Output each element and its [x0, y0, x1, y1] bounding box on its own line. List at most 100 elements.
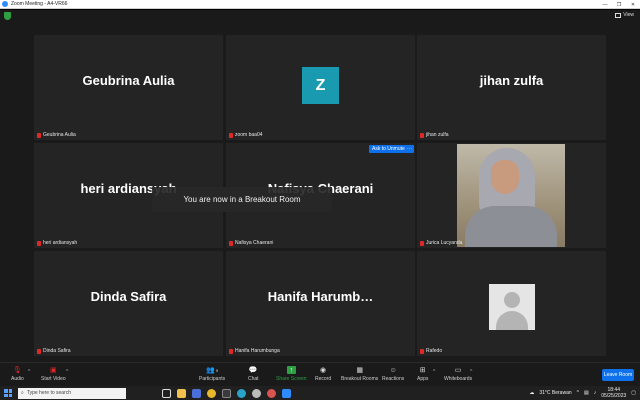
participant-label: Rafedo: [420, 348, 442, 354]
windows-taskbar: ⌕ Type here to search ☁ 31°C Berawan ^ ▤…: [0, 386, 640, 400]
participant-tile-zoom-baa04[interactable]: Z zoom baa04: [226, 35, 415, 140]
clock-date: 05/25/2023: [601, 393, 627, 399]
close-button[interactable]: ✕: [626, 0, 640, 9]
participant-tile-dinda[interactable]: Dinda Safira Dinda Safira: [34, 251, 223, 356]
taskbar-pinned-apps: [162, 388, 291, 398]
participant-label: Dinda Safira: [37, 348, 71, 354]
participant-label: zoom baa04: [229, 132, 263, 138]
breakout-rooms-button[interactable]: ▦ Breakout Rooms: [341, 366, 378, 382]
video-face: [491, 160, 519, 194]
whiteboard-icon: ▭: [454, 367, 462, 374]
share-screen-button[interactable]: ↑ Share Screen: [276, 366, 307, 382]
store-icon[interactable]: [192, 388, 201, 398]
window-title: Zoom Meeting - A4-VR66: [11, 1, 68, 7]
more-options-button[interactable]: ···: [405, 145, 414, 153]
muted-mic-icon: [37, 240, 41, 246]
participant-label: Geubrina Aulia: [37, 132, 76, 138]
meeting-toolbar: 🎙 Audio ^ ▣ Start Video ^ 👥 9 Participant…: [0, 362, 640, 386]
apps-icon: ⊞: [419, 367, 426, 374]
search-placeholder: Type here to search: [26, 390, 72, 396]
participant-name-large: Dinda Safira: [90, 289, 167, 304]
participants-button[interactable]: 👥 9 Participants: [199, 366, 225, 382]
weather-text[interactable]: 31°C Berawan: [539, 390, 571, 396]
leave-room-button[interactable]: Leave Room: [602, 369, 634, 381]
window-titlebar: Zoom Meeting - A4-VR66 — ❐ ✕: [0, 0, 640, 9]
meeting-topbar: View: [0, 10, 640, 22]
windows-start-icon[interactable]: [4, 389, 12, 397]
muted-mic-icon: [229, 348, 233, 354]
system-tray: ☁ 31°C Berawan ^ ▤ ♪ 18:44 05/25/2023 ▢: [529, 387, 636, 399]
participant-tile-geubrina[interactable]: Geubrina Aulia Geubrina Aulia: [34, 35, 223, 140]
breakout-rooms-icon: ▦: [356, 367, 363, 374]
zoom-app-icon: [2, 1, 8, 7]
participant-tile-rafedo[interactable]: Rafedo: [417, 251, 606, 356]
notification-icon[interactable]: ▢: [631, 390, 636, 396]
participant-label: Jurica Lucyanda: [420, 240, 462, 246]
chrome-profile-icon[interactable]: [267, 388, 276, 398]
volume-icon[interactable]: ♪: [594, 390, 597, 396]
video-options-chevron-icon[interactable]: ^: [66, 369, 68, 375]
record-icon: ◉: [320, 367, 327, 374]
view-label: View: [623, 12, 634, 18]
microphone-muted-icon: 🎙: [12, 367, 22, 374]
window-controls: — ❐ ✕: [598, 0, 640, 9]
participant-label: Nafisya Chaerani: [229, 240, 273, 246]
maximize-button[interactable]: ❐: [612, 0, 626, 9]
chrome-icon[interactable]: [207, 388, 216, 398]
mail-icon[interactable]: [222, 388, 231, 398]
minimize-button[interactable]: —: [598, 0, 612, 9]
video-body: [465, 206, 557, 247]
zoom-taskbar-icon[interactable]: [282, 388, 291, 398]
participant-name-large: Geubrina Aulia: [82, 73, 175, 88]
chat-button[interactable]: 💬 Chat: [248, 366, 259, 382]
start-video-button[interactable]: ▣ Start Video: [41, 366, 66, 382]
task-view-icon[interactable]: [162, 388, 171, 398]
reactions-smiley-icon: ☺: [389, 366, 397, 374]
muted-mic-icon: [229, 132, 233, 138]
muted-mic-icon: [420, 240, 424, 246]
reactions-button[interactable]: ☺ Reactions: [382, 366, 404, 383]
participants-icon: 👥 9: [206, 367, 219, 374]
breakout-room-notice: You are now in a Breakout Room: [152, 187, 332, 212]
participant-name-large: Hanifa Harumb…: [267, 289, 374, 304]
view-button[interactable]: View: [615, 12, 634, 18]
avatar-initial: Z: [302, 67, 339, 104]
audio-button[interactable]: 🎙 Audio: [11, 366, 24, 382]
participant-tile-jihan[interactable]: jihan zulfa jihan zulfa: [417, 35, 606, 140]
taskbar-search-box[interactable]: ⌕ Type here to search: [18, 387, 126, 399]
whiteboards-button[interactable]: ▭ Whiteboards: [444, 366, 472, 382]
participant-label: Hanifa Harumbunga: [229, 348, 280, 354]
participant-tile-jurica[interactable]: Jurica Lucyanda: [417, 143, 606, 248]
video-off-icon: ▣: [50, 367, 57, 374]
participant-label: heri ardiansyah: [37, 240, 77, 246]
ask-to-unmute-button[interactable]: Ask to Unmute: [369, 145, 408, 153]
participant-label: jihan zulfa: [420, 132, 449, 138]
edge-icon[interactable]: [237, 388, 246, 398]
browser-icon[interactable]: [252, 388, 261, 398]
audio-options-chevron-icon[interactable]: ^: [28, 369, 30, 375]
record-button[interactable]: ◉ Record: [315, 366, 331, 382]
share-screen-icon: ↑: [286, 366, 296, 374]
muted-mic-icon: [229, 240, 233, 246]
participant-tile-hanifa[interactable]: Hanifa Harumb… Hanifa Harumbunga: [226, 251, 415, 356]
weather-icon[interactable]: ☁: [529, 390, 534, 396]
tray-overflow-icon[interactable]: ^: [577, 390, 579, 396]
muted-mic-icon: [37, 348, 41, 354]
grid-view-icon: [615, 12, 622, 18]
participant-name-large: jihan zulfa: [479, 73, 544, 88]
network-icon[interactable]: ▤: [584, 390, 589, 396]
security-shield-icon[interactable]: [4, 12, 11, 20]
participants-count: 9: [215, 367, 219, 373]
muted-mic-icon: [420, 132, 424, 138]
search-icon: ⌕: [21, 390, 24, 396]
apps-button[interactable]: ⊞ Apps: [417, 366, 428, 382]
taskbar-clock[interactable]: 18:44 05/25/2023: [601, 387, 626, 399]
file-explorer-icon[interactable]: [177, 388, 186, 398]
muted-mic-icon: [37, 132, 41, 138]
default-avatar-icon: [489, 284, 535, 330]
chat-icon: 💬: [248, 367, 258, 374]
apps-options-chevron-icon[interactable]: ^: [433, 369, 435, 375]
participant-video-feed: [457, 144, 565, 247]
whiteboards-options-chevron-icon[interactable]: ^: [470, 369, 472, 375]
muted-mic-icon: [420, 348, 424, 354]
